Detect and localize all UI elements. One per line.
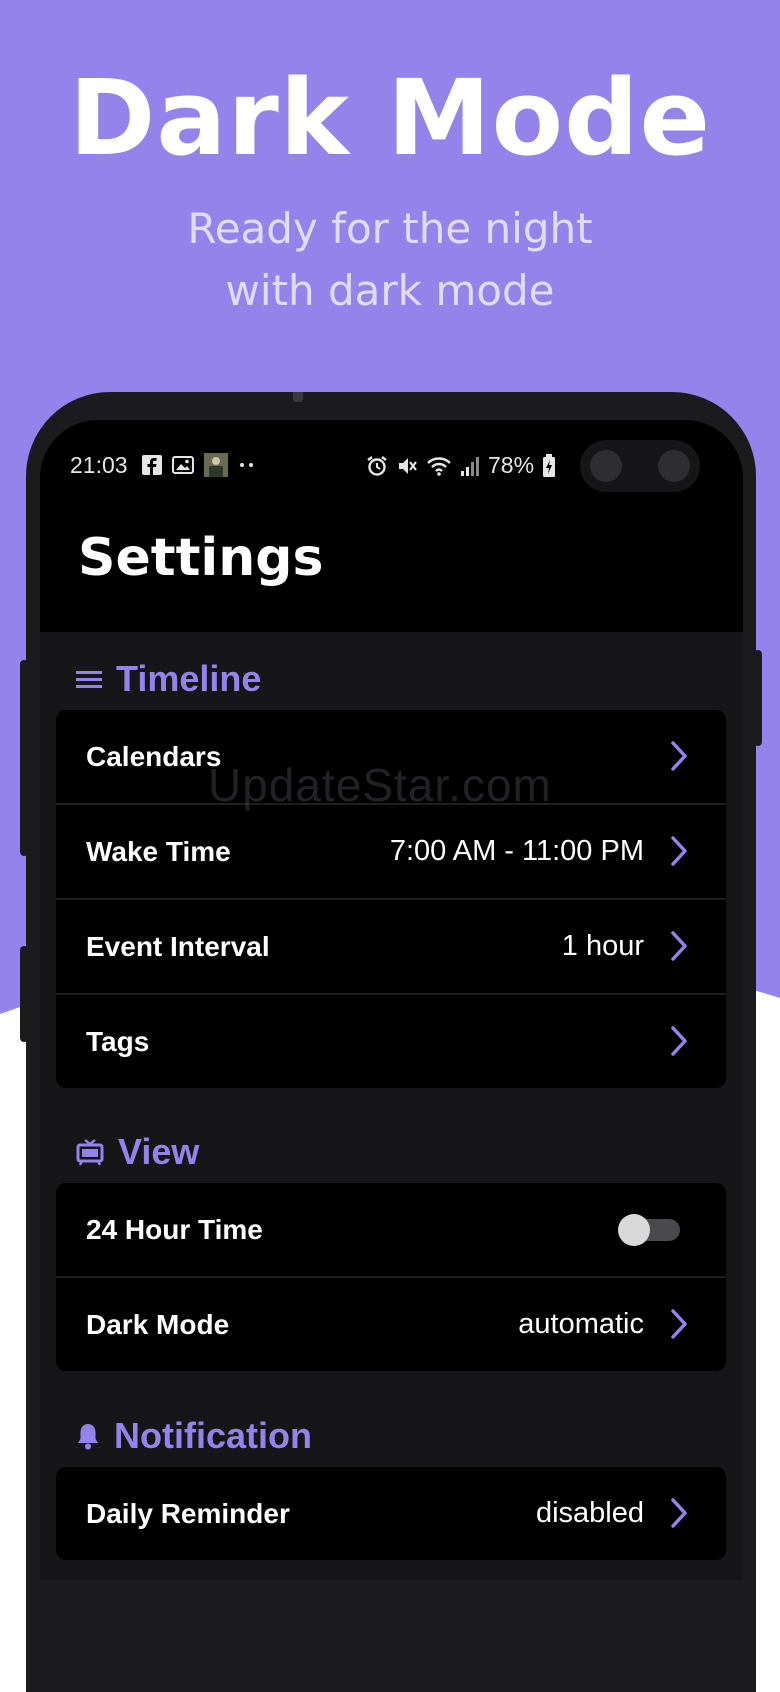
- 24-hour-toggle[interactable]: [618, 1214, 682, 1246]
- app-header: 21:03 78% Settings: [40, 420, 743, 632]
- signal-icon: [461, 456, 479, 476]
- camera-lens-icon: [590, 450, 622, 482]
- chevron-right-icon: [671, 1498, 687, 1528]
- gallery-icon: [172, 456, 194, 474]
- row-value: 7:00 AM - 11:00 PM: [389, 835, 644, 867]
- card-notification: Daily Reminder disabled: [56, 1467, 726, 1560]
- phone-screen: 21:03 78% Settings Timeline Calendars Wa…: [40, 420, 743, 1580]
- chevron-right-icon: [671, 1309, 687, 1339]
- bixby-button: [20, 946, 28, 1042]
- promo-subtitle: Ready for the night with dark mode: [0, 198, 780, 322]
- row-label: Wake Time: [86, 835, 231, 867]
- chevron-right-icon: [671, 931, 687, 961]
- section-title: View: [118, 1131, 200, 1172]
- alarm-icon: [367, 455, 387, 476]
- menu-lines-icon: [76, 671, 102, 688]
- chevron-right-icon: [671, 1026, 687, 1056]
- section-header-notification: Notification: [76, 1415, 312, 1457]
- row-dark-mode[interactable]: Dark Mode automatic: [56, 1278, 726, 1371]
- wifi-icon: [427, 456, 451, 476]
- status-system-icons: 78%: [366, 452, 556, 479]
- battery-icon: [543, 453, 556, 477]
- section-header-timeline: Timeline: [76, 658, 261, 700]
- facebook-icon: [142, 455, 162, 475]
- volume-button: [20, 660, 28, 856]
- chevron-right-icon: [671, 741, 687, 771]
- promo-title: Dark Mode: [68, 57, 712, 179]
- chevron-right-icon: [671, 836, 687, 866]
- toggle-thumb: [618, 1214, 650, 1246]
- row-label: Dark Mode: [86, 1308, 230, 1340]
- power-button: [754, 650, 762, 746]
- row-value: automatic: [518, 1308, 644, 1340]
- row-wake-time[interactable]: Wake Time 7:00 AM - 11:00 PM: [56, 805, 726, 900]
- watermark: UpdateStar.com: [208, 759, 552, 811]
- row-label: Event Interval: [86, 930, 270, 962]
- row-tags[interactable]: Tags: [56, 995, 726, 1088]
- page-title: Settings: [78, 528, 324, 588]
- front-camera-cutout: [580, 440, 700, 492]
- more-dots-icon: [240, 463, 253, 467]
- mute-icon: [399, 457, 417, 474]
- row-value: 1 hour: [561, 930, 644, 962]
- row-24-hour-time: 24 Hour Time: [56, 1183, 726, 1278]
- row-label: Calendars: [86, 740, 222, 772]
- row-label: 24 Hour Time: [86, 1213, 263, 1245]
- status-time: 21:03: [70, 452, 128, 478]
- photo-thumb-icon: [204, 453, 228, 477]
- promo-subtitle-line2: with dark mode: [225, 266, 555, 315]
- row-label: Daily Reminder: [86, 1497, 290, 1529]
- earpiece: [293, 392, 303, 402]
- section-title: Timeline: [116, 658, 262, 699]
- bell-icon: [78, 1424, 98, 1450]
- camera-lens-icon: [658, 450, 690, 482]
- row-daily-reminder[interactable]: Daily Reminder disabled: [56, 1467, 726, 1560]
- promo-subtitle-line1: Ready for the night: [187, 204, 593, 253]
- card-view: 24 Hour Time Dark Mode automatic: [56, 1183, 726, 1371]
- status-notification-icons: [142, 450, 256, 480]
- row-value: disabled: [535, 1497, 644, 1529]
- row-label: Tags: [86, 1025, 150, 1057]
- tv-icon: [76, 1139, 104, 1166]
- section-header-view: View: [76, 1131, 199, 1173]
- battery-percent: 78%: [488, 452, 535, 478]
- row-event-interval[interactable]: Event Interval 1 hour: [56, 900, 726, 995]
- section-title: Notification: [114, 1415, 312, 1456]
